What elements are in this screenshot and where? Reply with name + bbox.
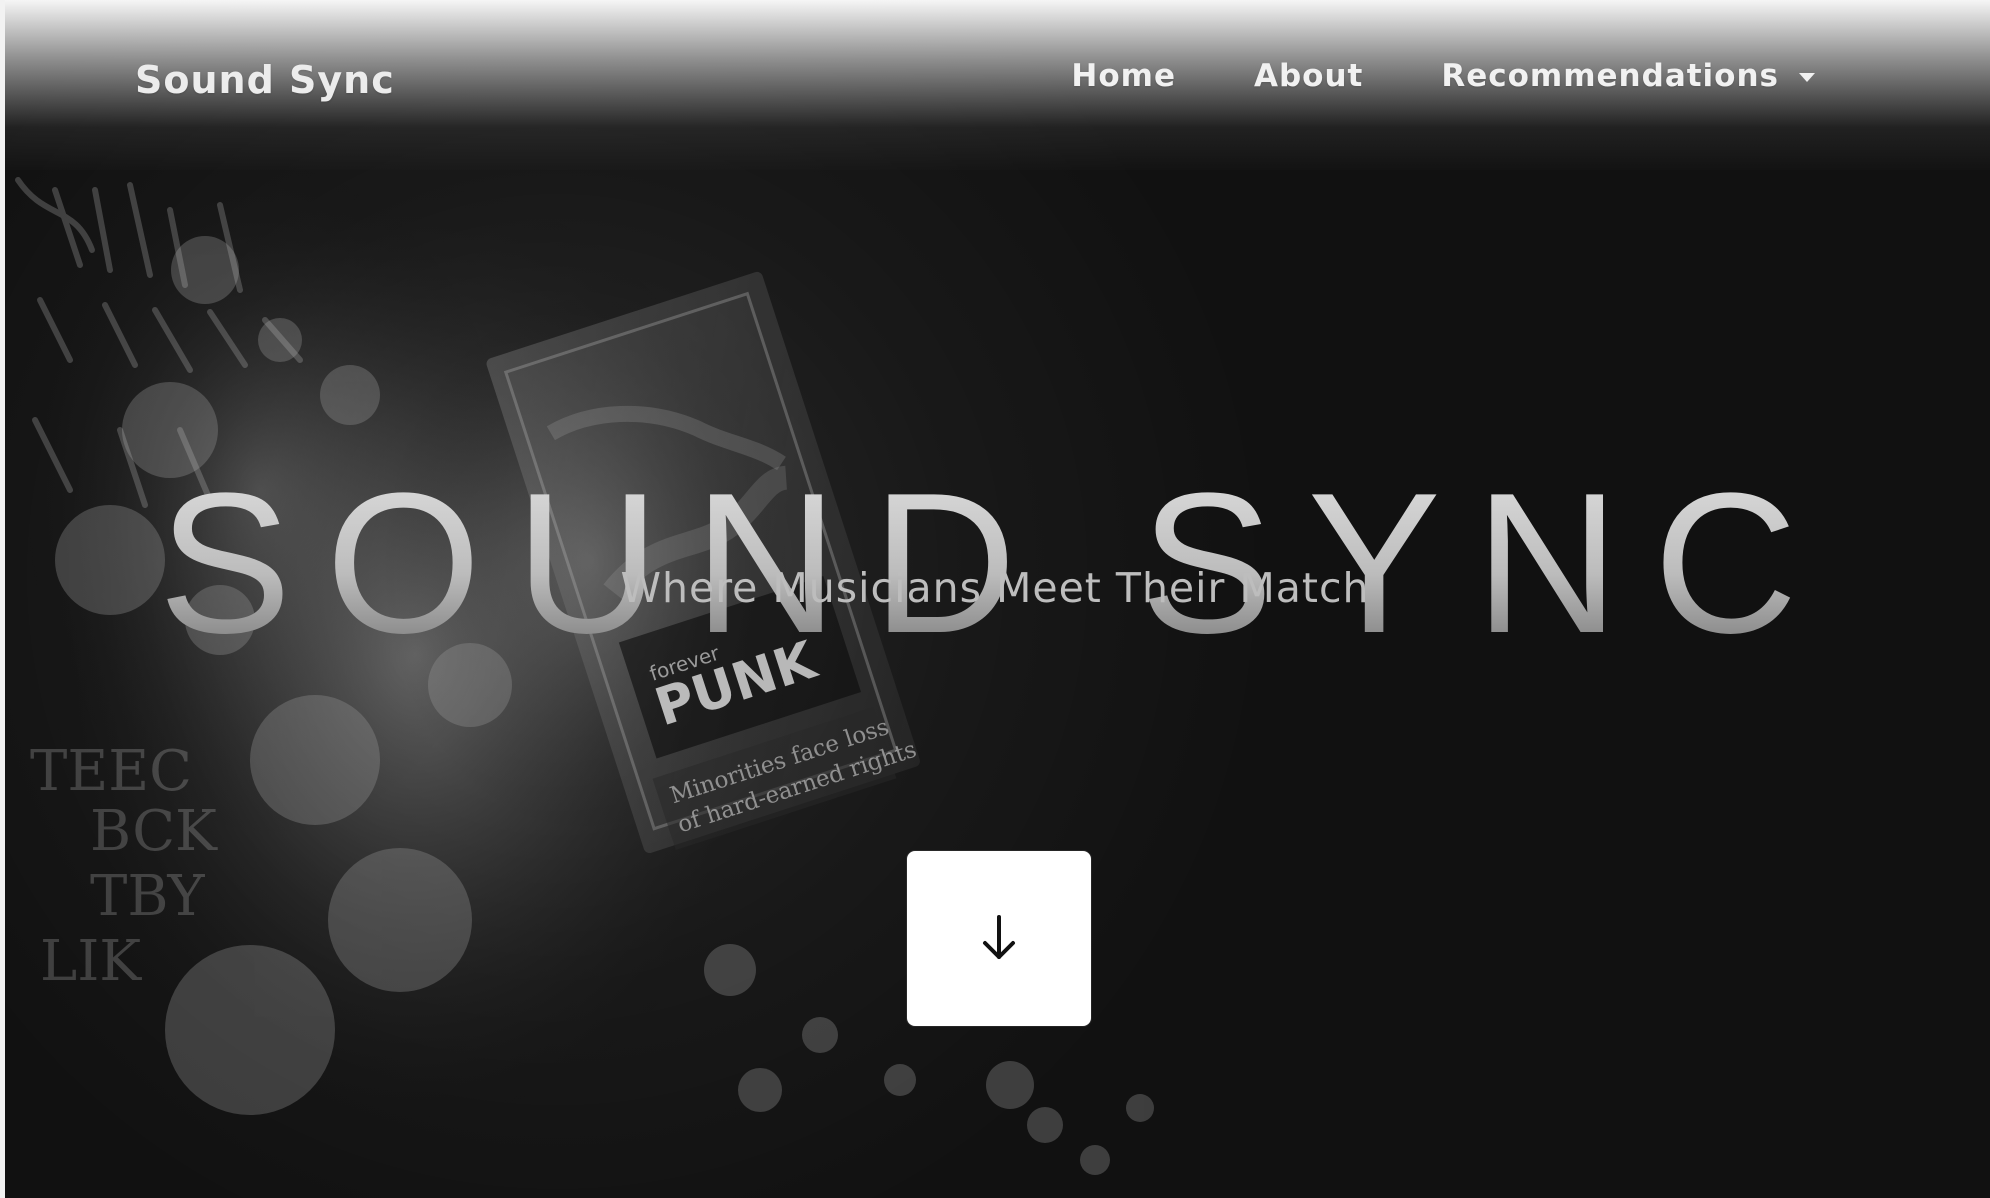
nav-home-link[interactable]: Home	[1071, 58, 1176, 94]
svg-text:BCK: BCK	[90, 799, 218, 864]
art-line-1: Minorities face loss	[667, 714, 892, 809]
arrow-down-icon	[983, 914, 1015, 959]
svg-text:TBY: TBY	[90, 864, 206, 929]
nav-home-label: Home	[1071, 58, 1176, 94]
nav-about-link[interactable]: About	[1254, 58, 1363, 94]
nav-about-label: About	[1253, 58, 1364, 94]
top-navbar: Sound Sync Home About Recommendations	[5, 0, 1990, 170]
svg-text:TEEC: TEEC	[30, 739, 192, 804]
hero-subtitle: Where Musicians Meet Their Match	[620, 564, 1370, 612]
site-brand[interactable]: Sound Sync	[135, 58, 395, 102]
landing-page: forever PUNK Minorities face loss of har…	[0, 0, 1990, 1198]
scroll-down-button[interactable]	[907, 851, 1091, 1026]
art-line-2: of hard-earned rights	[674, 737, 919, 839]
nav-recommendations-dropdown[interactable]: Recommendations	[1441, 58, 1815, 94]
nav-recommendations-label: Recommendations	[1441, 58, 1779, 94]
svg-text:LIK: LIK	[40, 929, 142, 994]
primary-navigation: Home About Recommendations	[993, 58, 1815, 94]
caret-down-icon	[1799, 72, 1815, 82]
